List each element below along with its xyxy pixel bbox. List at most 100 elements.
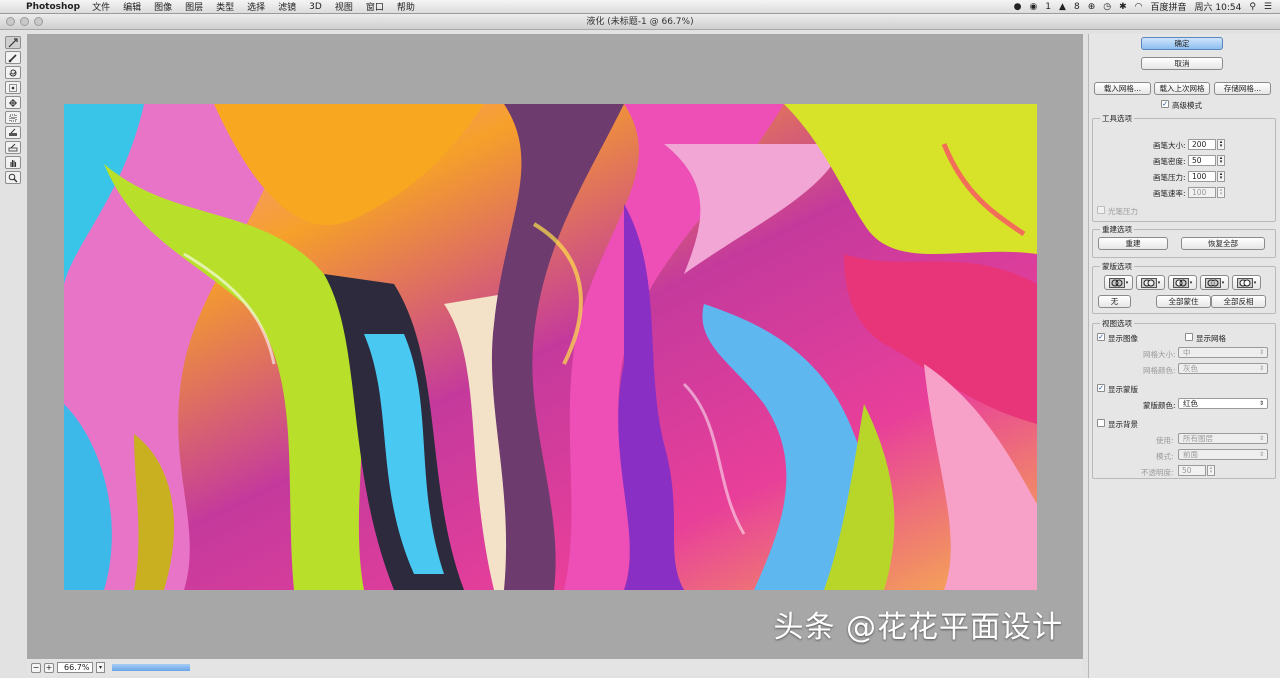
wechat-icon[interactable]: ◉ xyxy=(1029,2,1037,12)
menu-clock[interactable]: 周六 10:54 xyxy=(1195,0,1242,13)
zoom-window-button[interactable] xyxy=(34,17,43,26)
menu-help[interactable]: 帮助 xyxy=(397,0,415,13)
adobe-icon[interactable]: ▲ xyxy=(1059,2,1066,12)
liquify-toolbar xyxy=(5,36,23,186)
show-image-checkbox[interactable]: ✓ xyxy=(1097,333,1105,341)
zoom-in-button[interactable]: + xyxy=(44,662,54,673)
show-backdrop-checkbox[interactable] xyxy=(1097,419,1105,427)
menu-view[interactable]: 视图 xyxy=(335,0,353,13)
watermark-text: 头条 @花花平面设计 xyxy=(773,610,1063,645)
menu-window[interactable]: 窗口 xyxy=(366,0,384,13)
thaw-mask-tool[interactable] xyxy=(5,141,21,154)
app-menu[interactable]: Photoshop xyxy=(26,2,80,12)
mask-color-select[interactable]: 红色 ⇕ xyxy=(1178,398,1268,409)
push-left-tool[interactable] xyxy=(5,111,21,124)
mesh-color-label: 网格颜色: xyxy=(1143,366,1176,375)
show-mask-label: 显示蒙版 xyxy=(1108,385,1138,394)
mask-color-arrow: ⇕ xyxy=(1258,400,1264,407)
mode-select[interactable]: 前面 ⇕ xyxy=(1178,449,1268,460)
bloat-tool[interactable] xyxy=(5,96,21,109)
thaw-mask-icon xyxy=(8,143,18,151)
invert-all-button[interactable]: 全部反相 xyxy=(1211,295,1266,308)
brush-density-field[interactable]: 50 xyxy=(1188,155,1216,166)
menu-type[interactable]: 类型 xyxy=(216,0,234,13)
zoom-menu-arrow[interactable]: ▾ xyxy=(96,662,105,673)
reconstruct-options-title: 重建选项 xyxy=(1100,224,1134,235)
mesh-size-select[interactable]: 中 ⇕ xyxy=(1178,347,1268,358)
pucker-tool[interactable] xyxy=(5,81,21,94)
brush-density-stepper[interactable]: ▴ ▾ xyxy=(1217,155,1225,166)
mesh-size-arrow: ⇕ xyxy=(1258,349,1264,356)
zoom-out-button[interactable]: − xyxy=(31,662,41,673)
mask-all-button[interactable]: 全部蒙住 xyxy=(1156,295,1211,308)
restore-all-button[interactable]: 恢复全部 xyxy=(1181,237,1265,250)
twirl-icon xyxy=(9,68,17,76)
show-mesh-checkbox[interactable] xyxy=(1185,333,1193,341)
zoom-tool[interactable] xyxy=(5,171,21,184)
bluetooth-icon[interactable]: ✱ xyxy=(1119,2,1127,12)
cancel-button[interactable]: 取消 xyxy=(1141,57,1223,70)
mask-invert-button[interactable]: ▾ xyxy=(1232,275,1261,290)
load-last-mesh-button[interactable]: 载入上次网格 xyxy=(1154,82,1210,95)
mesh-color-select[interactable]: 灰色 ⇕ xyxy=(1178,363,1268,374)
ok-button[interactable]: 确定 xyxy=(1141,37,1223,50)
opacity-field[interactable]: 50 xyxy=(1178,465,1206,476)
progress-bar xyxy=(112,664,190,671)
wifi-icon[interactable]: ◠ xyxy=(1135,2,1143,12)
freeze-mask-tool[interactable] xyxy=(5,126,21,139)
hand-tool[interactable] xyxy=(5,156,21,169)
mask-replace-button[interactable]: ▾ xyxy=(1104,275,1133,290)
load-mesh-button[interactable]: 载入网格... xyxy=(1094,82,1151,95)
advanced-mode-checkbox[interactable]: ✓ xyxy=(1161,100,1169,108)
save-mesh-button[interactable]: 存储网格... xyxy=(1214,82,1271,95)
qq-icon[interactable]: ● xyxy=(1014,2,1022,12)
brush-size-label: 画笔大小: xyxy=(1153,141,1186,150)
mask-intersect-button[interactable]: ▾ xyxy=(1200,275,1229,290)
menu-file[interactable]: 文件 xyxy=(92,0,110,13)
brush-size-stepper[interactable]: ▴ ▾ xyxy=(1217,139,1225,150)
mask-subtract-button[interactable]: ▾ xyxy=(1168,275,1197,290)
reconstruct-tool[interactable] xyxy=(5,51,21,64)
zoom-level-field[interactable]: 66.7% xyxy=(57,662,93,673)
stylus-pressure-checkbox[interactable] xyxy=(1097,206,1105,214)
brush-pressure-field[interactable]: 100 xyxy=(1188,171,1216,182)
mask-none-button[interactable]: 无 xyxy=(1098,295,1131,308)
forward-warp-tool[interactable] xyxy=(5,36,21,49)
brush-pressure-stepper[interactable]: ▴ ▾ xyxy=(1217,171,1225,182)
mode-arrow: ⇕ xyxy=(1258,451,1264,458)
menu-3d[interactable]: 3D xyxy=(309,2,322,12)
minimize-window-button[interactable] xyxy=(20,17,29,26)
brush-rate-stepper[interactable]: ▴ ▾ xyxy=(1217,187,1225,198)
spotlight-icon[interactable]: ⚲ xyxy=(1249,2,1256,12)
window-controls xyxy=(6,17,43,26)
menu-image[interactable]: 图像 xyxy=(154,0,172,13)
close-window-button[interactable] xyxy=(6,17,15,26)
opacity-label: 不透明度: xyxy=(1141,468,1174,477)
mask-add-button[interactable]: ▾ xyxy=(1136,275,1165,290)
opacity-stepper[interactable]: ▴ ▾ xyxy=(1207,465,1215,476)
brush-size-field[interactable]: 200 xyxy=(1188,139,1216,150)
brush-rate-field[interactable]: 100 xyxy=(1188,187,1216,198)
ime-indicator[interactable]: 百度拼音 xyxy=(1151,0,1187,13)
use-select[interactable]: 所有图层 ⇕ xyxy=(1178,433,1268,444)
bloat-icon xyxy=(9,98,17,107)
menu-edit[interactable]: 编辑 xyxy=(123,0,141,13)
tool-options-title: 工具选项 xyxy=(1100,113,1134,124)
reconstruct-button[interactable]: 重建 xyxy=(1098,237,1168,250)
image-canvas[interactable] xyxy=(64,104,1037,590)
mask-options-title: 蒙版选项 xyxy=(1100,261,1134,272)
show-image-label: 显示图像 xyxy=(1108,334,1138,343)
preview-area: 头条 @花花平面设计 xyxy=(27,34,1083,660)
menu-layer[interactable]: 图层 xyxy=(185,0,203,13)
mask-replace-arrow: ▾ xyxy=(1125,279,1129,286)
show-mask-checkbox[interactable]: ✓ xyxy=(1097,384,1105,392)
accessibility-icon[interactable]: ⊕ xyxy=(1088,2,1096,12)
twirl-tool[interactable] xyxy=(5,66,21,79)
timemachine-icon[interactable]: ◷ xyxy=(1103,2,1111,12)
freeze-mask-icon xyxy=(9,128,17,136)
notification-center-icon[interactable]: ☰ xyxy=(1264,2,1272,12)
mask-intersect-arrow: ▾ xyxy=(1221,279,1225,286)
menu-filter[interactable]: 滤镜 xyxy=(278,0,296,13)
menu-extras: ● ◉ 1 ▲ 8 ⊕ ◷ ✱ ◠ 百度拼音 周六 10:54 ⚲ ☰ xyxy=(1014,0,1280,14)
menu-select[interactable]: 选择 xyxy=(247,0,265,13)
